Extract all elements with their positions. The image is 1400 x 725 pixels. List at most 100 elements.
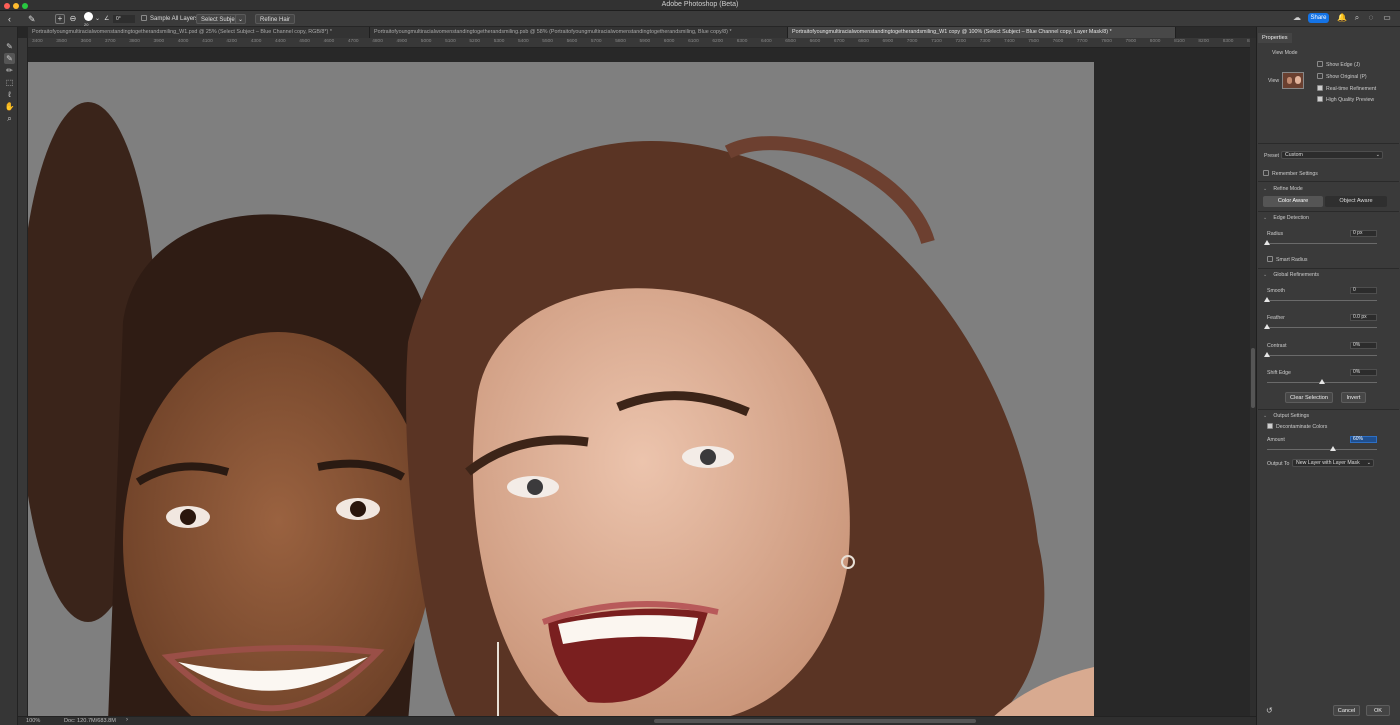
properties-tab[interactable]: Properties xyxy=(1258,33,1292,43)
radius-slider[interactable] xyxy=(1264,240,1377,245)
contrast-slider-knob[interactable] xyxy=(1264,352,1270,357)
cloud-document-icon[interactable]: ☁ xyxy=(1292,13,1302,23)
smart-radius-option[interactable]: Smart Radius xyxy=(1267,256,1307,263)
smart-radius-checkbox[interactable] xyxy=(1267,256,1273,262)
ruler-tick: 4600 xyxy=(323,39,335,44)
brush-dropdown-chevron-icon[interactable]: ⌄ xyxy=(95,14,100,24)
refine-brush-tool-icon[interactable]: ✎ xyxy=(28,14,36,24)
portrait-photo[interactable] xyxy=(28,62,1094,718)
show-edge-checkbox[interactable] xyxy=(1317,61,1323,67)
output-to-dropdown[interactable]: New Layer with Layer Mask ⌄ xyxy=(1292,459,1374,467)
select-subject-dropdown-icon[interactable]: ⌄ xyxy=(235,14,247,24)
shift-edge-slider[interactable] xyxy=(1267,379,1377,384)
show-original-option[interactable]: Show Original (P) xyxy=(1317,73,1367,80)
feather-slider[interactable] xyxy=(1264,324,1377,329)
ruler-tick: 4500 xyxy=(299,39,310,44)
ruler-tick: 6700 xyxy=(833,39,845,44)
realtime-refinement-label: Real-time Refinement xyxy=(1326,86,1377,92)
smooth-field[interactable]: 0 xyxy=(1350,287,1377,294)
sample-all-layers-box[interactable] xyxy=(141,15,147,21)
learn-icon[interactable]: ◌ xyxy=(1366,13,1376,23)
feather-field[interactable]: 0.0 px xyxy=(1350,314,1377,321)
realtime-refinement-checkbox[interactable] xyxy=(1317,85,1323,91)
object-aware-button[interactable]: Object Aware xyxy=(1325,196,1387,207)
output-settings-label: Output Settings xyxy=(1273,413,1310,419)
document-size: Doc: 120.7M/683.8M xyxy=(64,718,116,724)
view-thumbnail[interactable] xyxy=(1282,72,1304,89)
output-settings-section[interactable]: ⌄ Output Settings xyxy=(1263,413,1309,419)
show-original-label: Show Original (P) xyxy=(1326,74,1367,80)
contrast-field[interactable]: 0% xyxy=(1350,342,1377,349)
workspace-icon[interactable]: ▭ xyxy=(1382,13,1392,23)
hand-tool-icon[interactable]: ✋ xyxy=(4,101,15,112)
amount-slider[interactable] xyxy=(1267,446,1377,451)
tab-document-3[interactable]: Portraitofyoungmultiracialwomenstandingt… xyxy=(788,27,1176,38)
amount-slider-knob[interactable] xyxy=(1330,446,1336,451)
ruler-tick: 4800 xyxy=(372,39,383,44)
smooth-slider[interactable] xyxy=(1264,297,1377,302)
ruler-tick: 7600 xyxy=(1052,39,1064,44)
ruler-tick: 4700 xyxy=(347,39,359,44)
show-edge-option[interactable]: Show Edge (J) xyxy=(1317,61,1360,68)
show-original-checkbox[interactable] xyxy=(1317,73,1323,79)
object-selection-tool-icon[interactable]: ⬚ xyxy=(4,77,15,88)
radius-field[interactable]: 0 px xyxy=(1350,230,1377,237)
brush-tool-icon[interactable]: ✏ xyxy=(4,65,15,76)
add-to-selection-icon[interactable]: + xyxy=(55,14,65,24)
search-icon[interactable]: ⌕ xyxy=(1352,13,1362,23)
realtime-refinement-option[interactable]: Real-time Refinement xyxy=(1317,85,1376,92)
remember-settings-checkbox[interactable] xyxy=(1263,170,1269,176)
shift-edge-slider-knob[interactable] xyxy=(1319,379,1325,384)
quick-selection-tool-icon[interactable]: ✎ xyxy=(4,41,15,52)
preset-dropdown[interactable]: Custom ⌄ xyxy=(1281,151,1383,159)
app-title: Adobe Photoshop (Beta) xyxy=(661,1,739,8)
back-chevron-icon[interactable]: ‹ xyxy=(8,14,11,24)
clear-selection-button[interactable]: Clear Selection xyxy=(1285,392,1333,403)
ruler-tick: 4100 xyxy=(202,39,213,44)
subtract-from-selection-icon[interactable]: ⊖ xyxy=(68,14,78,24)
contrast-slider[interactable] xyxy=(1264,352,1377,357)
shift-edge-field[interactable]: 0% xyxy=(1350,369,1377,376)
ruler-tick: 4300 xyxy=(250,39,262,44)
smooth-slider-knob[interactable] xyxy=(1264,297,1270,302)
lasso-tool-icon[interactable]: ℓ xyxy=(4,89,15,100)
radius-slider-knob[interactable] xyxy=(1264,240,1270,245)
ruler-tick: 7300 xyxy=(979,39,991,44)
tab-document-1[interactable]: Portraitofyoungmultiracialwomenstandingt… xyxy=(28,27,370,38)
high-quality-preview-checkbox[interactable] xyxy=(1317,96,1323,102)
horizontal-scroll-thumb[interactable] xyxy=(654,719,976,723)
remember-settings-label: Remember Settings xyxy=(1272,171,1318,177)
zoom-level[interactable]: 100% xyxy=(26,718,40,724)
ruler-tick: 4400 xyxy=(275,39,286,44)
tab-document-2[interactable]: Portraitofyoungmultiracialwomenstandingt… xyxy=(370,27,788,38)
global-refinements-section[interactable]: ⌄ Global Refinements xyxy=(1263,272,1319,278)
invert-button[interactable]: Invert xyxy=(1341,392,1366,403)
high-quality-preview-option[interactable]: High Quality Preview xyxy=(1317,96,1374,103)
ruler-tick: 5500 xyxy=(542,39,553,44)
smart-radius-label: Smart Radius xyxy=(1276,257,1308,263)
edge-detection-section[interactable]: ⌄ Edge Detection xyxy=(1263,215,1309,221)
notifications-bell-icon[interactable]: 🔔 xyxy=(1337,13,1347,23)
refine-hair-button[interactable]: Refine Hair xyxy=(255,14,296,24)
output-to-value: New Layer with Layer Mask xyxy=(1296,460,1360,466)
reset-icon[interactable]: ↺ xyxy=(1266,706,1273,715)
zoom-tool-icon[interactable]: ⌕ xyxy=(4,113,15,124)
refine-mode-section[interactable]: ⌄ Refine Mode xyxy=(1263,186,1303,192)
vertical-scroll-thumb[interactable] xyxy=(1251,348,1255,408)
left-toolbar: ✎ ✎ ✏ ⬚ ℓ ✋ ⌕ xyxy=(0,27,18,725)
sample-all-layers-checkbox[interactable]: Sample All Layers xyxy=(141,14,198,24)
ok-button[interactable]: OK xyxy=(1366,705,1390,716)
color-aware-button[interactable]: Color Aware xyxy=(1263,196,1323,207)
amount-field[interactable]: 60% xyxy=(1350,436,1377,443)
status-chevron-icon[interactable]: › xyxy=(126,717,128,723)
decontaminate-checkbox[interactable] xyxy=(1267,423,1273,429)
share-button[interactable]: Share xyxy=(1308,13,1329,23)
feather-slider-knob[interactable] xyxy=(1264,324,1270,329)
angle-field[interactable]: 0° xyxy=(113,15,135,23)
decontaminate-option[interactable]: Decontaminate Colors xyxy=(1267,423,1327,430)
smooth-label: Smooth xyxy=(1267,288,1285,294)
canvas-area[interactable] xyxy=(28,48,1250,718)
remember-settings-option[interactable]: Remember Settings xyxy=(1263,170,1318,177)
refine-edge-brush-icon[interactable]: ✎ xyxy=(4,53,15,64)
cancel-button[interactable]: Cancel xyxy=(1333,705,1360,716)
